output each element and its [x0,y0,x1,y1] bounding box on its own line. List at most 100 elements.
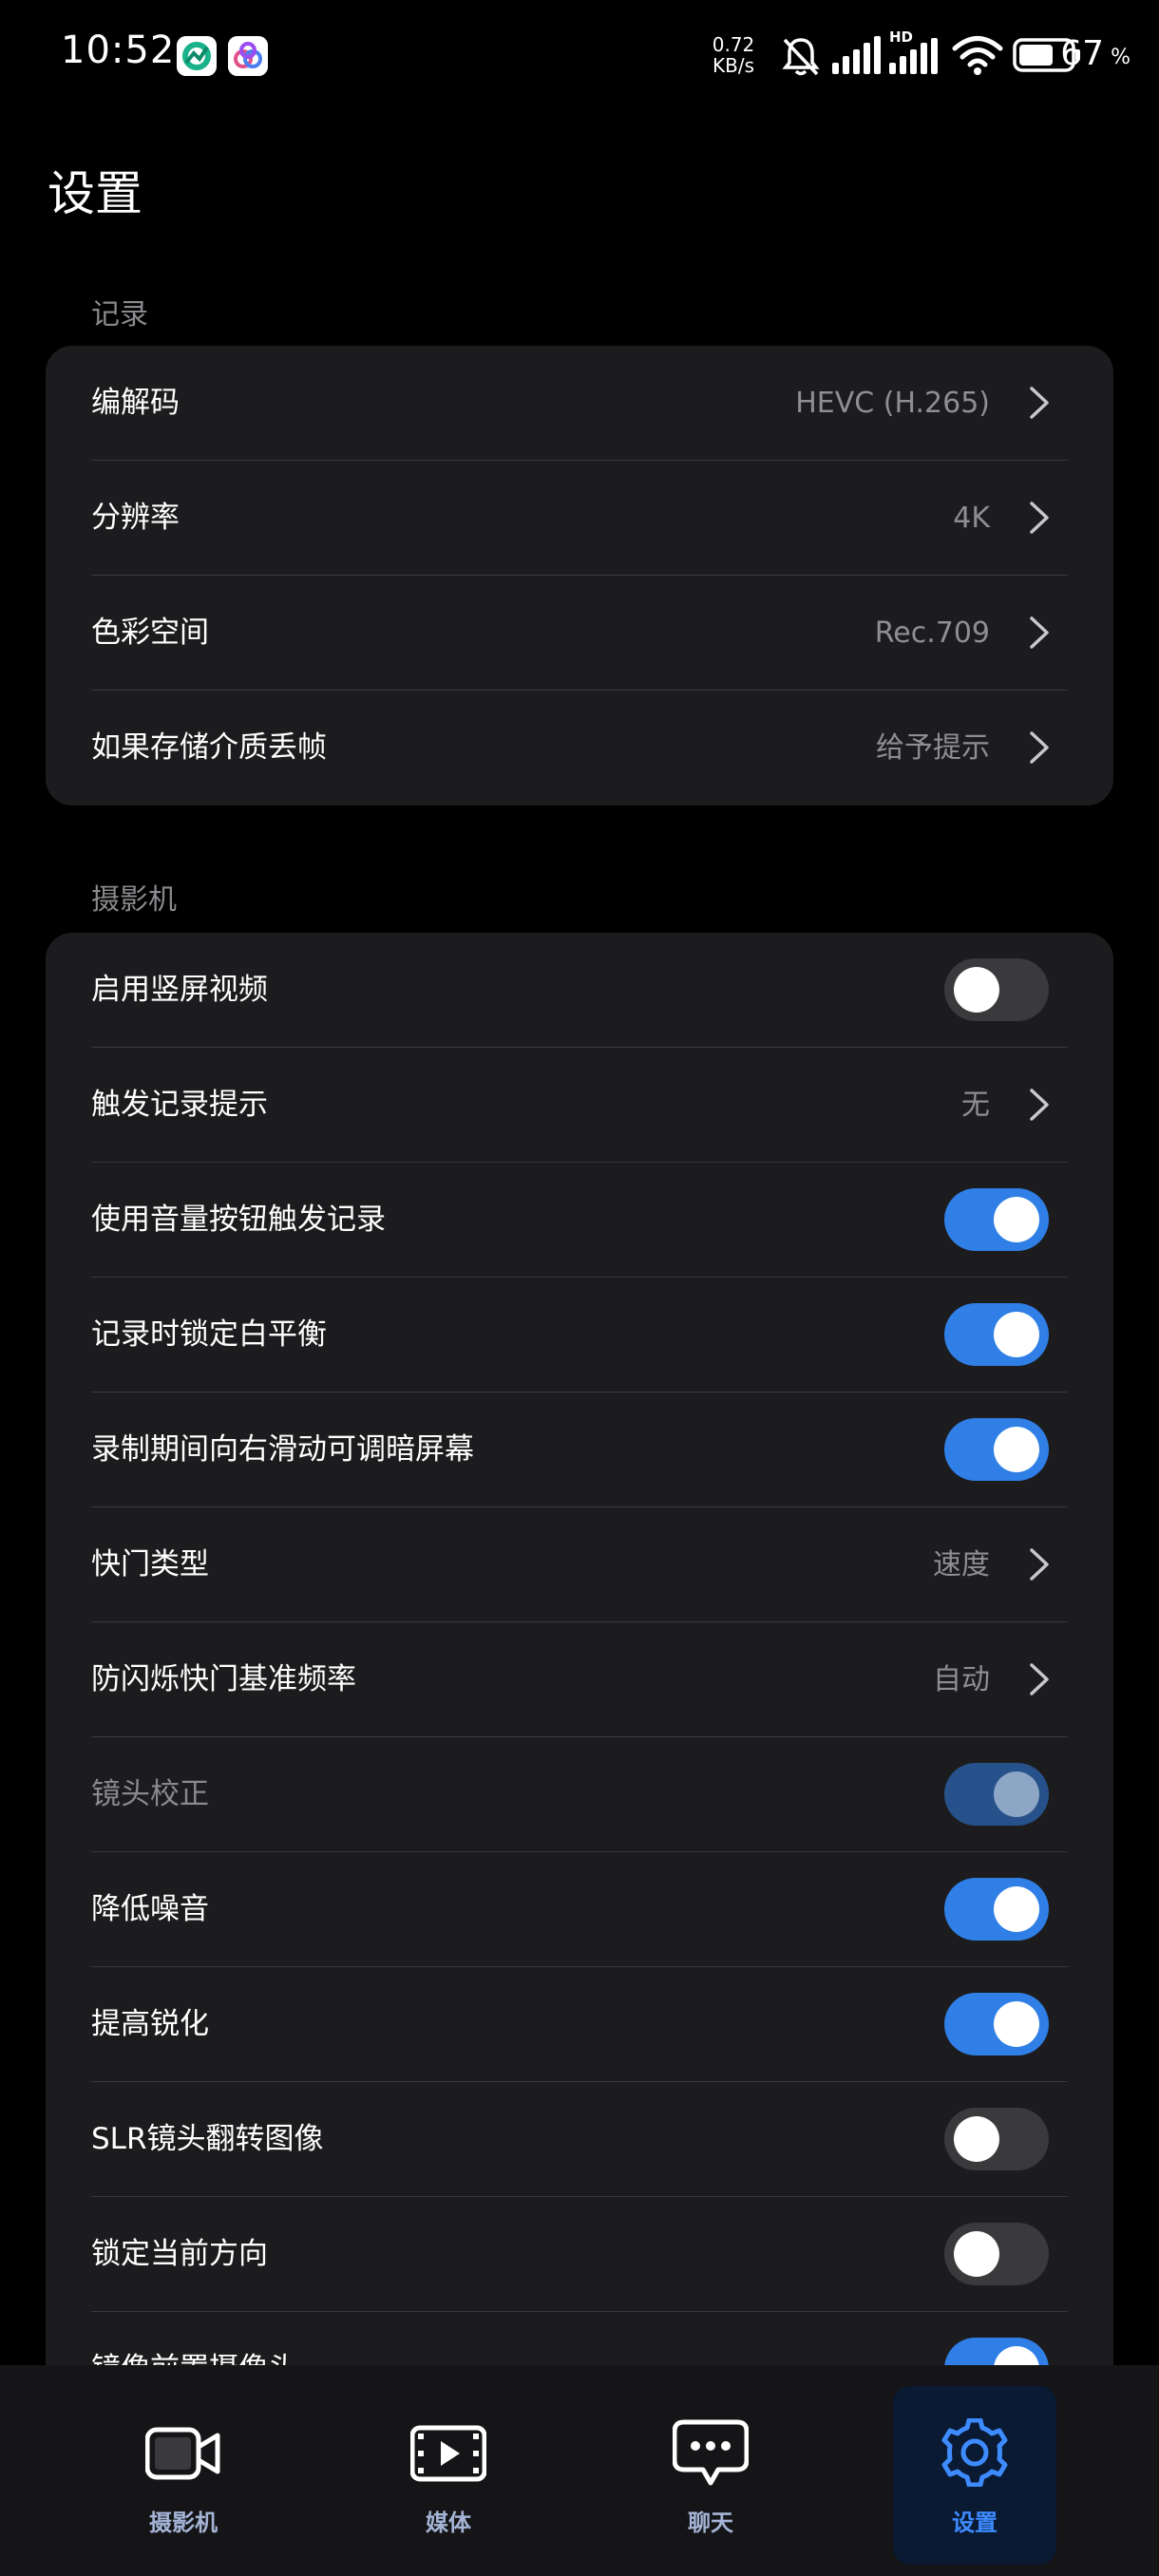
setting-label: 镜像前置摄像头 [91,2312,297,2365]
setting-label: 编解码 [91,386,180,420]
bottom-navigation: 摄影机 媒体 聊天 设置 [0,2365,1159,2576]
chat-bubble-icon [673,2419,749,2486]
noise-reduction-toggle[interactable] [944,1878,1049,1941]
setting-value: HEVC (H.265) [795,387,990,420]
network-speed-unit: KB/s [712,54,754,77]
lock-white-balance-toggle[interactable] [944,1303,1049,1366]
toggle-knob [954,2231,999,2277]
nav-tab-chat[interactable]: 聊天 [629,2386,792,2565]
nav-tab-settings[interactable]: 设置 [893,2386,1056,2565]
setting-value: 自动 [933,1663,990,1696]
setting-row-vertical-video: 启用竖屏视频 [91,933,1068,1048]
setting-row-lock-white-balance: 记录时锁定白平衡 [91,1278,1068,1392]
status-bar: 10:52 0.72 KB/s HD 67 % [0,0,1159,110]
wifi-icon [952,36,1003,75]
setting-row-dropped-frames[interactable]: 如果存储介质丢帧 给予提示 [91,691,1068,805]
signal-strength-icon [832,36,881,74]
app-notification-icon [177,36,217,76]
setting-label: 提高锐化 [91,2007,209,2041]
chevron-right-icon [1030,1548,1049,1581]
bell-muted-icon [782,38,820,76]
setting-value: 4K [953,502,990,535]
setting-value: Rec.709 [874,616,990,650]
swipe-dim-screen-toggle[interactable] [944,1418,1049,1481]
setting-value: 速度 [933,1548,990,1582]
toggle-knob [954,2116,999,2162]
chevron-right-icon [1030,1663,1049,1695]
battery-percentage: 67 [1060,34,1104,73]
chevron-right-icon [1030,387,1049,419]
setting-label: 记录时锁定白平衡 [91,1317,327,1352]
battery-percent-sign: % [1111,46,1130,69]
nav-label: 摄影机 [149,2510,218,2536]
chevron-right-icon [1030,616,1049,649]
setting-row-slr-flip: SLR镜头翻转图像 [91,2082,1068,2197]
app-notification-icon-2 [228,36,268,76]
setting-value: 无 [961,1089,990,1122]
media-play-icon [410,2425,486,2482]
nav-label: 媒体 [426,2510,471,2536]
setting-row-color-space[interactable]: 色彩空间 Rec.709 [91,576,1068,691]
toggle-knob [994,2001,1039,2047]
setting-value: 给予提示 [876,731,990,765]
volume-button-record-toggle[interactable] [944,1188,1049,1251]
chevron-right-icon [1030,731,1049,764]
toggle-knob [994,1427,1039,1472]
video-camera-icon [145,2427,220,2480]
lock-orientation-toggle[interactable] [944,2223,1049,2285]
nav-label: 聊天 [688,2510,733,2536]
toggle-knob [994,1886,1039,1932]
setting-label: 分辨率 [91,501,180,535]
setting-label: 色彩空间 [91,616,209,650]
setting-row-record-prompt[interactable]: 触发记录提示 无 [91,1048,1068,1163]
signal-strength-hd: HD [889,28,946,78]
signal-strength-icon-2 [889,38,938,74]
setting-row-anti-flicker[interactable]: 防闪烁快门基准频率 自动 [91,1622,1068,1737]
setting-label: 快门类型 [91,1547,209,1582]
setting-label: 触发记录提示 [91,1088,268,1122]
setting-row-volume-button-record: 使用音量按钮触发记录 [91,1163,1068,1278]
setting-label: 锁定当前方向 [91,2237,268,2271]
nav-tab-camera[interactable]: 摄影机 [102,2386,265,2565]
setting-label: 防闪烁快门基准频率 [91,1662,356,1696]
setting-row-sharpening: 提高锐化 [91,1967,1068,2082]
toggle-knob [954,967,999,1013]
setting-row-lens-correction: 镜头校正 [91,1737,1068,1852]
setting-label: 镜头校正 [91,1777,209,1811]
setting-row-lock-orientation: 锁定当前方向 [91,2197,1068,2312]
section-header-camera: 摄影机 [91,883,177,917]
setting-label: 启用竖屏视频 [91,973,268,1007]
setting-row-noise-reduction: 降低噪音 [91,1852,1068,1967]
chevron-right-icon [1030,1089,1049,1121]
setting-label: 录制期间向右滑动可调暗屏幕 [91,1432,474,1467]
vertical-video-toggle[interactable] [944,958,1049,1021]
setting-row-swipe-dim-screen: 录制期间向右滑动可调暗屏幕 [91,1392,1068,1507]
slr-flip-toggle[interactable] [944,2108,1049,2170]
nav-tab-media[interactable]: 媒体 [367,2386,530,2565]
setting-label: 如果存储介质丢帧 [91,730,327,765]
mirror-front-camera-toggle[interactable] [944,2338,1049,2365]
setting-label: SLR镜头翻转图像 [91,2122,324,2156]
chevron-right-icon [1030,502,1049,534]
network-speed-value: 0.72 [712,33,755,56]
page-title: 设置 [48,166,142,221]
toggle-knob [994,1197,1039,1242]
status-time: 10:52 [61,28,176,72]
toggle-knob [994,2346,1039,2365]
setting-label: 使用音量按钮触发记录 [91,1203,386,1237]
setting-row-mirror-front-camera: 镜像前置摄像头 [91,2312,1068,2365]
lens-correction-toggle [944,1763,1049,1826]
setting-label: 降低噪音 [91,1892,209,1926]
setting-row-codec[interactable]: 编解码 HEVC (H.265) [91,346,1068,461]
camera-settings-card: 启用竖屏视频 触发记录提示 无 使用音量按钮触发记录 记录时锁定白平衡 录制期间… [46,933,1113,2365]
sharpening-toggle[interactable] [944,1993,1049,2055]
gear-icon [941,2418,1008,2487]
toggle-knob [994,1312,1039,1357]
setting-row-shutter-type[interactable]: 快门类型 速度 [91,1507,1068,1622]
toggle-knob [994,1771,1039,1817]
recording-settings-card: 编解码 HEVC (H.265) 分辨率 4K 色彩空间 Rec.709 如果存… [46,346,1113,805]
section-header-recording: 记录 [91,298,148,331]
network-speed: 0.72 KB/s [705,34,762,76]
setting-row-resolution[interactable]: 分辨率 4K [91,461,1068,576]
nav-label: 设置 [952,2510,998,2536]
